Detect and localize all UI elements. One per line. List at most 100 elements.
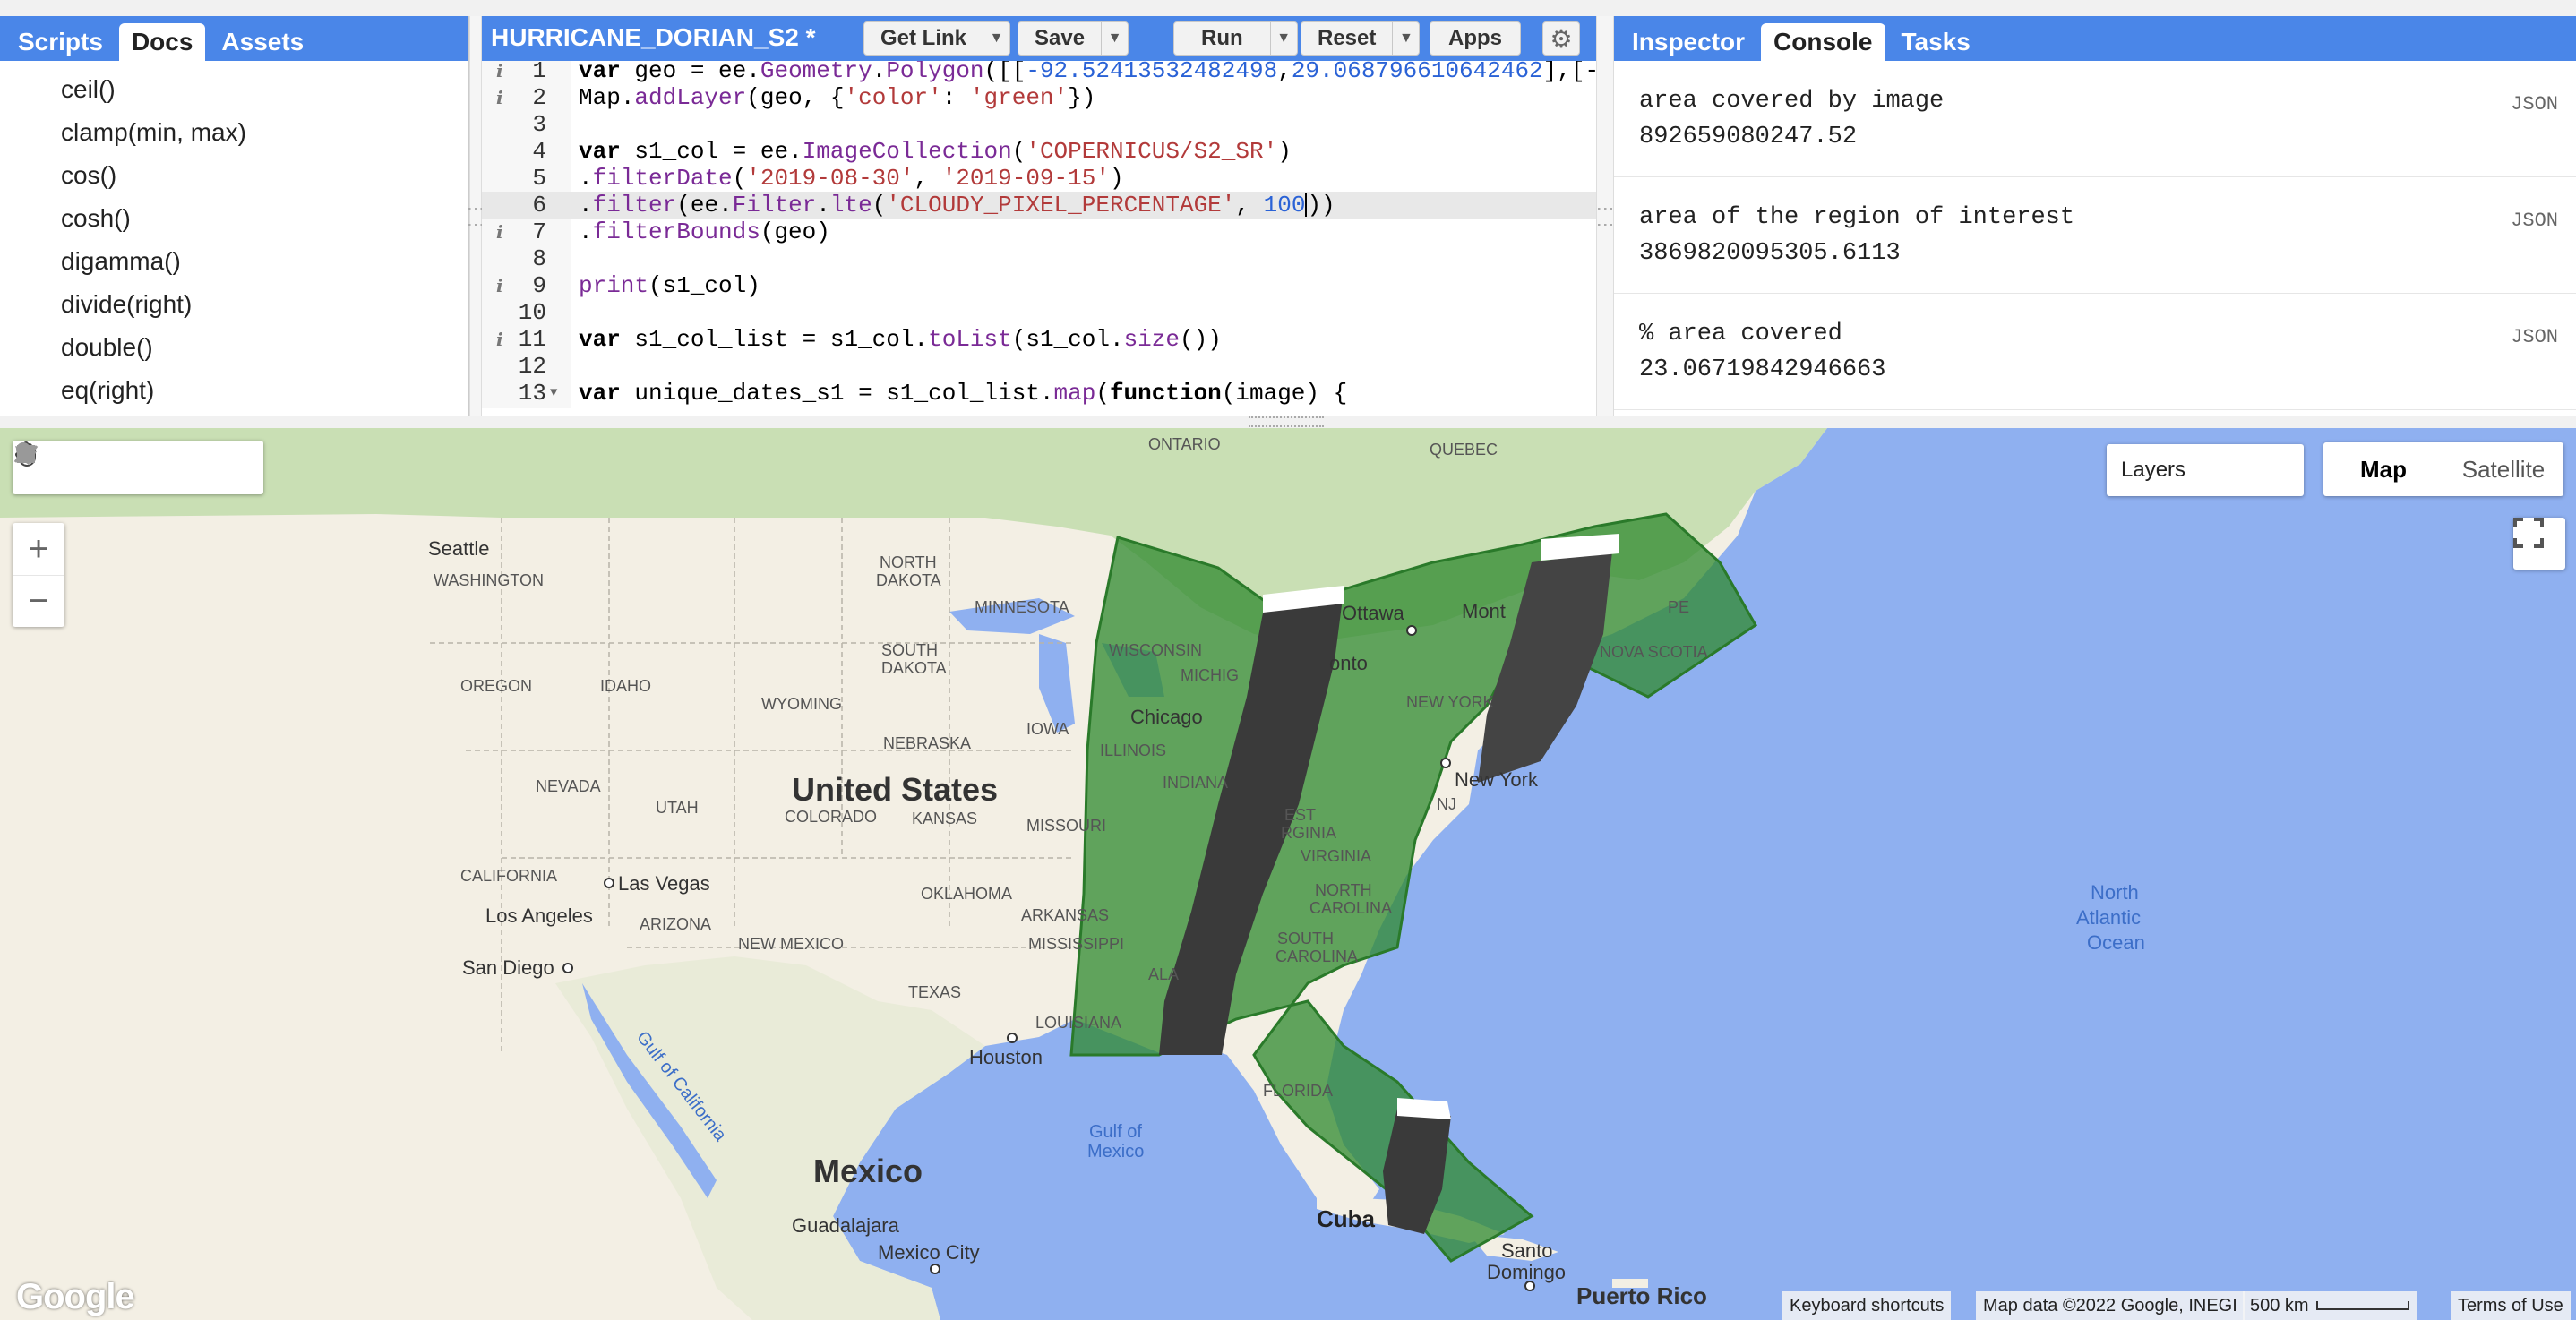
line-number: 12	[518, 353, 546, 380]
code-area[interactable]: i 1 var geo = ee.Geometry.Polygon([[-92.52…	[482, 61, 1596, 408]
label-new-mexico: NEW MEXICO	[738, 935, 844, 953]
label-south-dakota-1: SOUTH	[881, 641, 938, 659]
doc-item[interactable]: cos()	[0, 154, 468, 197]
doc-item[interactable]: eq(right)	[0, 369, 468, 412]
run-label: Run	[1201, 26, 1243, 50]
chevron-down-icon[interactable]: ▼	[1392, 22, 1419, 55]
zoom-out-button[interactable]: −	[13, 575, 64, 627]
map-type-satellite-button[interactable]: Satellite	[2443, 442, 2563, 496]
code-line[interactable]: 12	[482, 353, 1596, 380]
polygon-icon[interactable]	[15, 441, 213, 494]
tab-inspector[interactable]: Inspector	[1619, 23, 1757, 61]
console-entry: area of the region of interest 386982009…	[1614, 177, 2576, 294]
get-link-button[interactable]: Get Link ▼	[863, 21, 1011, 56]
run-button[interactable]: Run ▼	[1173, 21, 1298, 56]
tab-tasks[interactable]: Tasks	[1889, 23, 1983, 61]
label-virginia: VIRGINIA	[1301, 847, 1371, 865]
label-south-dakota-2: DAKOTA	[881, 659, 947, 677]
save-button[interactable]: Save ▼	[1018, 21, 1129, 56]
map-canvas[interactable]: United States Mexico Cuba North Atlantic…	[0, 428, 2576, 1320]
line-number: 6	[532, 192, 546, 219]
doc-item[interactable]: digamma()	[0, 240, 468, 283]
code-line[interactable]: 3	[482, 111, 1596, 138]
label-gulf-1: Gulf of	[1089, 1122, 1142, 1142]
code-line[interactable]: 10	[482, 299, 1596, 326]
console-value: 892659080247.52	[1639, 124, 1858, 150]
label-montreal: Mont	[1462, 600, 1506, 622]
chevron-down-icon[interactable]: ▼	[1269, 22, 1297, 55]
code-line[interactable]: 13 ▼ var unique_dates_s1 = s1_col_list.map…	[482, 380, 1596, 407]
code-line[interactable]: 5 .filterDate('2019-08-30', '2019-09-15')	[482, 165, 1596, 192]
gear-icon[interactable]: ⚙	[1542, 21, 1580, 56]
doc-item[interactable]: clamp(min, max)	[0, 111, 468, 154]
chevron-down-icon[interactable]: ▼	[983, 22, 1009, 55]
label-kansas: KANSAS	[912, 810, 977, 827]
left-tabbar: Scripts Docs Assets	[0, 16, 468, 61]
left-splitter[interactable]: ⋮⋮	[466, 16, 485, 416]
label-ocean-1: North	[2091, 881, 2139, 904]
apps-label: Apps	[1448, 26, 1502, 50]
marker-icon[interactable]	[16, 441, 113, 494]
code-line[interactable]: 4 var s1_col = ee.ImageCollection('COPERN…	[482, 138, 1596, 165]
doc-item[interactable]: ceil()	[0, 68, 468, 111]
label-new-york-state: NEW YORK	[1406, 693, 1494, 711]
apps-button[interactable]: Apps	[1430, 21, 1521, 56]
fold-arrow-icon[interactable]: ▼	[550, 380, 557, 407]
label-north-carolina-2: CAROLINA	[1309, 899, 1392, 917]
label-quebec: QUEBEC	[1430, 441, 1498, 459]
doc-item[interactable]: cosh()	[0, 197, 468, 240]
json-toggle[interactable]: JSON	[2511, 93, 2558, 116]
label-ontario: ONTARIO	[1148, 435, 1221, 453]
tab-assets[interactable]: Assets	[209, 23, 316, 61]
label-alabama: ALA	[1148, 965, 1179, 983]
tab-docs[interactable]: Docs	[118, 23, 206, 61]
label-san-diego: San Diego	[462, 956, 554, 979]
label-illinois: ILLINOIS	[1100, 741, 1166, 759]
label-pe: PE	[1668, 598, 1689, 616]
label-ottawa: Ottawa	[1342, 602, 1404, 624]
scale-label: 500 km	[2250, 1295, 2309, 1316]
code-line[interactable]: 6 .filter(ee.Filter.lte('CLOUDY_PIXEL_PER…	[482, 192, 1596, 219]
fullscreen-icon[interactable]	[2513, 518, 2565, 570]
label-california: CALIFORNIA	[460, 867, 557, 885]
json-toggle[interactable]: JSON	[2511, 326, 2558, 348]
rectangle-icon[interactable]	[17, 441, 263, 494]
json-toggle[interactable]: JSON	[2511, 210, 2558, 232]
map-type-toggle: Map Satellite	[2323, 442, 2563, 496]
map-type-map-button[interactable]: Map	[2323, 442, 2443, 496]
doc-item[interactable]: double()	[0, 326, 468, 369]
map-splitter[interactable]	[0, 416, 2576, 428]
label-mexico-city: Mexico City	[878, 1241, 980, 1264]
label-michigan: MICHIG	[1181, 666, 1239, 684]
label-florida: FLORIDA	[1263, 1082, 1333, 1100]
reset-button[interactable]: Reset ▼	[1301, 21, 1421, 56]
code-line[interactable]: i 9 print(s1_col)	[482, 272, 1596, 299]
right-splitter[interactable]: ⋮⋮	[1595, 16, 1615, 416]
code-line[interactable]: i 11 var s1_col_list = s1_col.toList(s1_co…	[482, 326, 1596, 353]
layers-dropdown[interactable]: Layers	[2107, 444, 2304, 496]
code-line[interactable]: i 1 var geo = ee.Geometry.Polygon([[-92.52…	[482, 61, 1596, 84]
zoom-in-button[interactable]: +	[13, 523, 64, 575]
label-nj: NJ	[1437, 795, 1456, 813]
code-line[interactable]: i 2 Map.addLayer(geo, {'color': 'green'})	[482, 84, 1596, 111]
console-value: 23.06719842946663	[1639, 356, 1886, 383]
line-icon[interactable]	[13, 441, 163, 494]
code-text: .filterBounds(geo)	[579, 219, 830, 245]
tab-scripts[interactable]: Scripts	[5, 23, 116, 61]
line-number: 9	[532, 272, 546, 299]
drawing-tools	[13, 441, 263, 494]
label-mexico: Mexico	[813, 1153, 923, 1189]
label-missouri: MISSOURI	[1026, 817, 1106, 835]
code-line[interactable]: i 7 .filterBounds(geo)	[482, 219, 1596, 245]
chevron-down-icon[interactable]: ▼	[1101, 22, 1128, 55]
tab-console[interactable]: Console	[1761, 23, 1885, 61]
script-title[interactable]: HURRICANE_DORIAN_S2 *	[491, 23, 816, 52]
keyboard-shortcuts-link[interactable]: Keyboard shortcuts	[1782, 1291, 1952, 1320]
code-line[interactable]: 8	[482, 245, 1596, 272]
console-entry: % area covered 23.06719842946663 JSON	[1614, 294, 2576, 410]
label-nebraska: NEBRASKA	[883, 734, 971, 752]
doc-item[interactable]: divide(right)	[0, 283, 468, 326]
terms-of-use-link[interactable]: Terms of Use	[2451, 1291, 2571, 1320]
scale-bar[interactable]: 500 km	[2243, 1291, 2417, 1320]
code-text: Map.addLayer(geo, {'color': 'green'})	[579, 84, 1096, 111]
